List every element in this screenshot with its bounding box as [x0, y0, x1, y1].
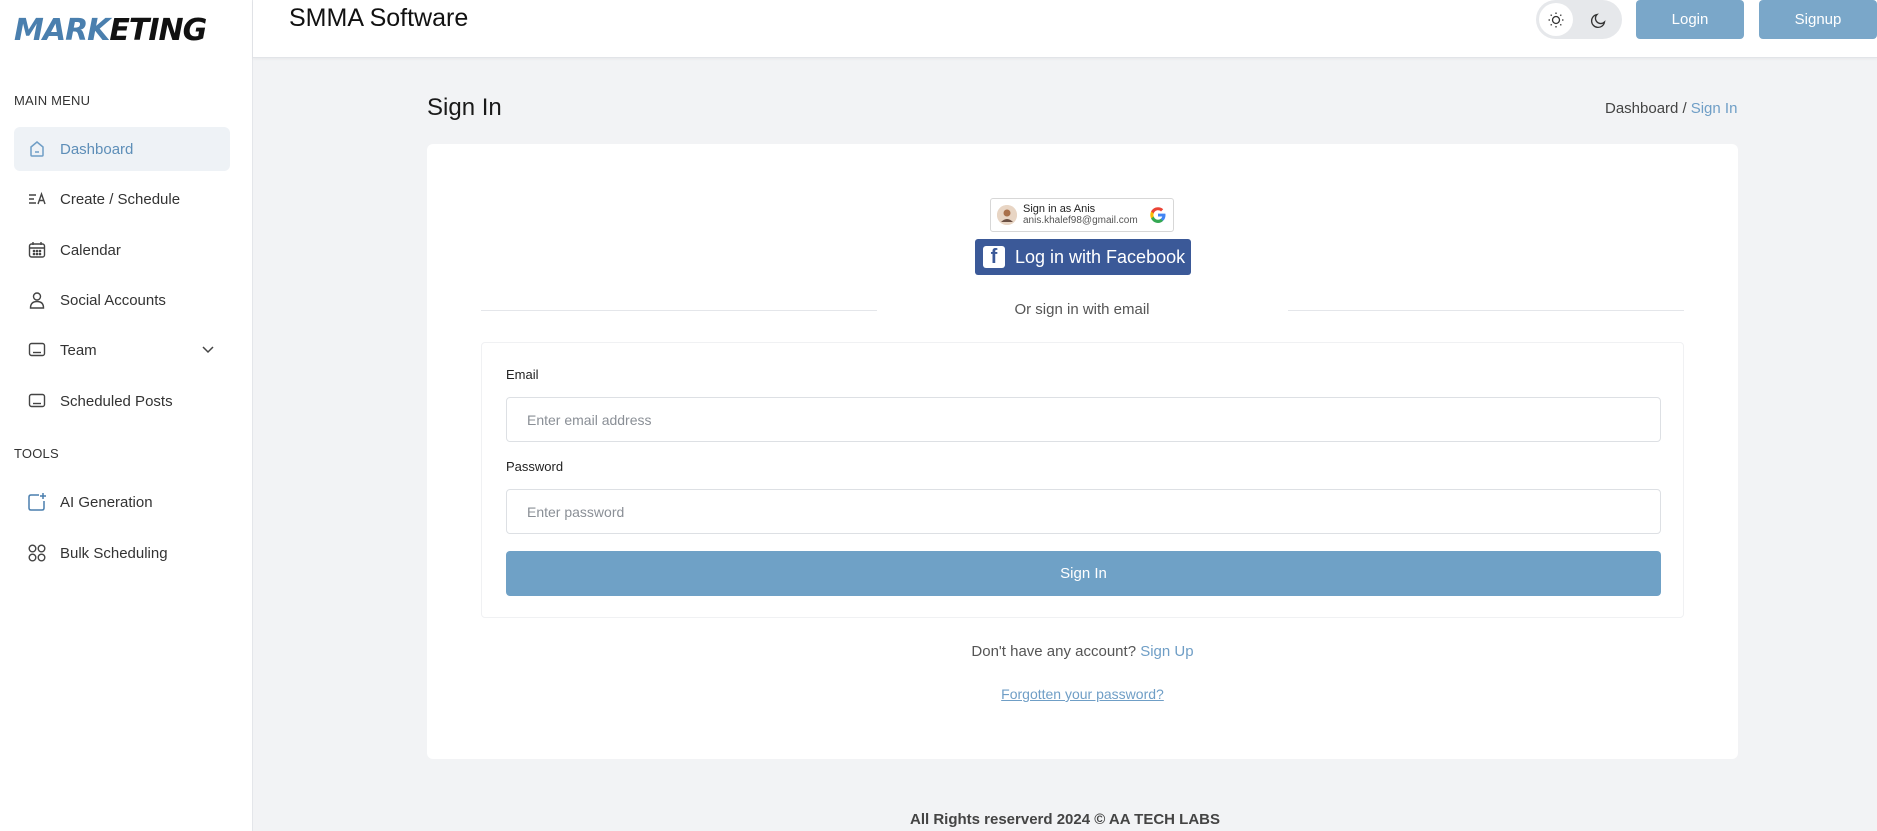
sidebar: MARKETING MAIN MENU Dashboard Create / S…: [0, 0, 253, 831]
grid-circles-icon: [26, 542, 48, 564]
signup-link[interactable]: Sign Up: [1140, 643, 1193, 660]
divider-right: [1288, 310, 1684, 311]
brand-logo[interactable]: MARKETING: [14, 14, 234, 48]
avatar: [997, 205, 1017, 225]
email-field[interactable]: [506, 397, 1661, 442]
tools-label: TOOLS: [14, 446, 59, 461]
forgot-password-link[interactable]: Forgotten your password?: [1001, 686, 1164, 702]
google-logo-icon: [1149, 206, 1167, 229]
breadcrumb: Dashboard / Sign In: [1605, 100, 1737, 117]
footer-text: All Rights reserverd 2024 © AA TECH LABS: [909, 811, 1221, 828]
sidebar-item-calendar[interactable]: Calendar: [14, 228, 230, 272]
password-field[interactable]: [506, 489, 1661, 534]
login-button[interactable]: Login: [1636, 0, 1744, 39]
google-account-name: Sign in as Anis: [1023, 203, 1096, 215]
google-account-email: anis.khalef98@gmail.com: [1023, 215, 1138, 226]
no-account-row: Don't have any account? Sign Up: [427, 643, 1738, 660]
app-title: SMMA Software: [289, 4, 469, 32]
divider-left: [481, 310, 877, 311]
breadcrumb-current: Sign In: [1690, 100, 1738, 117]
facebook-icon: f: [983, 246, 1005, 268]
sidebar-item-team[interactable]: Team: [14, 328, 230, 372]
chevron-down-icon[interactable]: [200, 341, 216, 361]
sidebar-item-scheduled-posts[interactable]: Scheduled Posts: [14, 379, 230, 423]
password-label: Password: [506, 459, 564, 474]
signup-button[interactable]: Signup: [1759, 0, 1877, 39]
breadcrumb-parent[interactable]: Dashboard /: [1605, 100, 1687, 117]
logo-text-part2: ETING: [109, 13, 207, 48]
sidebar-item-label: Scheduled Posts: [60, 392, 173, 410]
signin-card: Sign in as Anis anis.khalef98@gmail.com …: [427, 144, 1738, 759]
sidebar-item-label: Dashboard: [60, 140, 134, 158]
sidebar-item-bulk-scheduling[interactable]: Bulk Scheduling: [14, 531, 230, 575]
sidebar-item-label: Create / Schedule: [60, 190, 181, 208]
email-label: Email: [506, 367, 539, 382]
main-menu-label: MAIN MENU: [14, 93, 91, 108]
sidebar-item-social-accounts[interactable]: Social Accounts: [14, 278, 230, 322]
monitor-icon: [26, 339, 48, 361]
text-format-icon: [26, 188, 48, 210]
facebook-login-button[interactable]: f Log in with Facebook: [975, 239, 1191, 275]
facebook-login-label: Log in with Facebook: [1015, 246, 1186, 267]
signin-button[interactable]: Sign In: [506, 551, 1661, 596]
sidebar-item-dashboard[interactable]: Dashboard: [14, 127, 230, 171]
forgot-password-row: Forgotten your password?: [427, 686, 1738, 702]
sidebar-item-label: Calendar: [60, 241, 121, 259]
divider-text: Or sign in with email: [1014, 301, 1150, 318]
email-signin-form: Email Password Sign In: [481, 342, 1684, 618]
sidebar-item-label: Social Accounts: [60, 291, 166, 309]
sun-icon[interactable]: [1539, 3, 1573, 36]
logo-text-part1: MARK: [14, 13, 110, 48]
add-image-icon: [26, 491, 48, 513]
theme-toggle[interactable]: [1536, 0, 1622, 39]
sidebar-item-create-schedule[interactable]: Create / Schedule: [14, 177, 230, 221]
monitor-icon: [26, 390, 48, 412]
user-icon: [26, 289, 48, 311]
top-header: SMMA Software Login Signup: [253, 0, 1877, 58]
page-title: Sign In: [427, 94, 502, 121]
no-account-text: Don't have any account?: [971, 643, 1137, 660]
moon-icon[interactable]: [1582, 3, 1616, 36]
calendar-icon: [26, 239, 48, 261]
sidebar-item-label: Bulk Scheduling: [60, 544, 168, 562]
home-icon: [26, 138, 48, 160]
sidebar-item-label: Team: [60, 341, 97, 359]
sidebar-item-label: AI Generation: [60, 493, 153, 511]
sidebar-item-ai-generation[interactable]: AI Generation: [14, 480, 230, 524]
google-signin-button[interactable]: Sign in as Anis anis.khalef98@gmail.com: [990, 198, 1174, 232]
